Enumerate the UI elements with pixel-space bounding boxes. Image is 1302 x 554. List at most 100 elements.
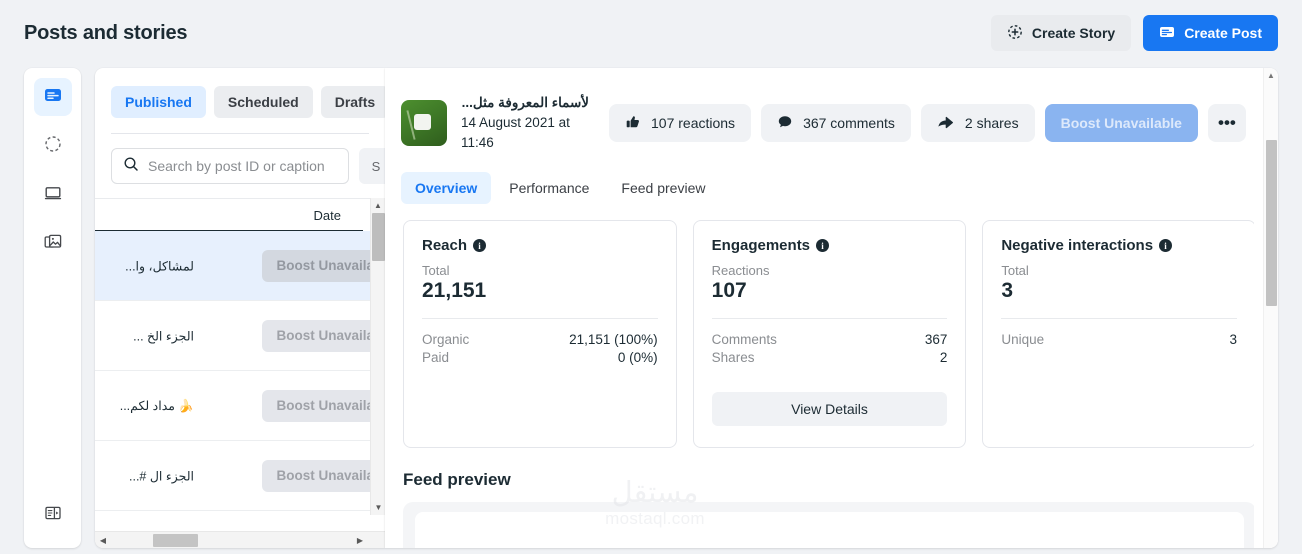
reach-card: Reach i Total 21,151 Organic 21,151 (100… <box>403 220 677 449</box>
vertical-scroll-thumb[interactable] <box>372 213 385 261</box>
row-boost-button[interactable]: Boost Unavailable <box>262 389 385 422</box>
rail-item-collapse[interactable] <box>34 496 72 534</box>
reach-paid-label: Paid <box>422 350 450 366</box>
post-caption: لأسماء المعروفة مثل... <box>461 95 589 110</box>
reactions-chip-label: 107 reactions <box>651 115 736 132</box>
negative-interactions-card: Negative interactions i Total 3 Unique 3 <box>982 220 1257 449</box>
detail-scroll-up-arrow-icon[interactable]: ▲ <box>1264 68 1278 83</box>
shares-chip-label: 2 shares <box>964 115 1019 132</box>
detail-vertical-scrollbar[interactable]: ▲ <box>1263 68 1278 548</box>
info-icon[interactable]: i <box>473 239 487 253</box>
comments-chip[interactable]: 367 comments <box>761 104 911 143</box>
negative-unique-value: 3 <box>1229 332 1238 348</box>
negative-unique-row: Unique 3 <box>1001 332 1237 347</box>
reach-sublabel: Total <box>422 263 450 279</box>
search-box[interactable] <box>111 148 349 184</box>
post-table-rows: لمشاكل، وا... Boost Unavailable 14 Au ال… <box>95 231 385 511</box>
list-vertical-scrollbar[interactable]: ▲ ▼ <box>370 198 385 515</box>
card-divider <box>711 318 948 320</box>
post-list-panel: Published Scheduled Drafts S Date <box>95 68 385 548</box>
row-caption: الجزء الخ ... <box>133 329 194 343</box>
post-detail-panel: لأسماء المعروفة مثل... 14 August 2021 at… <box>385 68 1278 548</box>
reach-card-title: Reach i <box>422 237 658 254</box>
comment-icon <box>777 114 793 133</box>
top-bar: Posts and stories Create Story Create Po… <box>0 0 1302 66</box>
engagements-sublabel: Reactions <box>711 263 770 279</box>
scroll-up-arrow-icon[interactable]: ▲ <box>371 198 385 213</box>
boost-unavailable-button[interactable]: Boost Unavailable <box>1044 104 1198 143</box>
post-header: لأسماء المعروفة مثل... 14 August 2021 at… <box>385 68 1278 152</box>
negative-card-title: Negative interactions i <box>1001 237 1237 254</box>
top-bar-actions: Create Story Create Post <box>990 15 1278 51</box>
rail-item-photos[interactable] <box>34 225 72 263</box>
subtab-overview[interactable]: Overview <box>401 172 492 205</box>
posts-icon <box>43 85 63 110</box>
table-row[interactable]: لمشاكل، وا... Boost Unavailable 14 Au <box>95 231 385 301</box>
detail-scroll-gutter <box>1254 68 1263 548</box>
create-post-button[interactable]: Create Post <box>1143 15 1278 51</box>
subtab-performance[interactable]: Performance <box>495 172 603 204</box>
subtab-performance-label: Performance <box>509 180 590 197</box>
metric-cards: Reach i Total 21,151 Organic 21,151 (100… <box>385 204 1278 449</box>
list-tabs: Published Scheduled Drafts <box>95 68 385 118</box>
table-row[interactable]: 🍌 مداد لكم... Boost Unavailable 8 Aug <box>95 371 385 441</box>
engagements-card-title: Engagements i <box>712 237 948 254</box>
shares-chip[interactable]: 2 shares <box>920 104 1035 143</box>
more-options-icon[interactable]: ••• <box>1207 104 1246 143</box>
subtab-feed-preview[interactable]: Feed preview <box>607 172 719 204</box>
feed-preview-card-inner <box>415 512 1244 548</box>
detail-subtabs: Overview Performance Feed preview <box>385 152 1278 205</box>
post-meta: لأسماء المعروفة مثل... 14 August 2021 at… <box>461 94 589 152</box>
post-thumbnail[interactable] <box>401 100 447 147</box>
stories-icon <box>43 134 63 159</box>
negative-unique-label: Unique <box>1001 332 1045 348</box>
view-details-button[interactable]: View Details <box>711 392 948 427</box>
table-row[interactable]: الجزء الخ ... Boost Unavailable 11 Au <box>95 301 385 371</box>
comments-chip-label: 367 comments <box>803 115 895 132</box>
create-story-button[interactable]: Create Story <box>990 15 1132 51</box>
engagements-reactions-value: 107 <box>711 279 747 303</box>
horizontal-scroll-thumb[interactable] <box>153 534 198 547</box>
reach-organic-row: Organic 21,151 (100%) <box>422 332 658 347</box>
rail-item-stories[interactable] <box>34 127 72 165</box>
engagements-card: Engagements i Reactions 107 Comments 367… <box>692 220 967 449</box>
list-horizontal-scrollbar[interactable]: ◀ ▶ <box>95 531 385 548</box>
row-caption: الجزء ال #... <box>129 469 194 483</box>
row-boost-button[interactable]: Boost Unavailable <box>262 319 385 352</box>
tab-scheduled[interactable]: Scheduled <box>213 86 313 118</box>
detail-scroll-thumb[interactable] <box>1266 140 1277 306</box>
table-row[interactable]: الجزء ال #... Boost Unavailable 8 Aug <box>95 441 385 511</box>
engagements-shares-value: 2 <box>939 350 948 366</box>
reach-card-title-label: Reach <box>422 237 468 255</box>
column-header-date[interactable]: Date <box>314 208 341 223</box>
engagements-comments-row: Comments 367 <box>712 332 948 347</box>
post-table: Date لمشاكل، وا... Boost Unavailable 14 … <box>95 198 385 515</box>
rail-item-video[interactable] <box>34 176 72 214</box>
scroll-left-arrow-icon[interactable]: ◀ <box>95 532 111 549</box>
tab-drafts[interactable]: Drafts <box>320 86 385 118</box>
row-boost-button[interactable]: Boost Unavailable <box>262 459 385 492</box>
sort-button[interactable]: S <box>359 148 385 184</box>
thumbs-up-icon <box>625 114 641 133</box>
share-icon <box>937 114 955 133</box>
info-icon[interactable]: i <box>1159 239 1173 253</box>
engagements-comments-label: Comments <box>711 332 777 348</box>
post-table-header: Date <box>95 198 385 231</box>
post-card-icon <box>1159 24 1175 43</box>
post-metric-chips: 107 reactions 367 comments 2 shares Boos… <box>609 104 1278 143</box>
tab-published[interactable]: Published <box>111 86 206 118</box>
reactions-chip[interactable]: 107 reactions <box>609 104 752 143</box>
scroll-down-arrow-icon[interactable]: ▼ <box>371 500 385 515</box>
add-circle-icon <box>1007 24 1023 43</box>
card-divider <box>422 318 658 320</box>
left-icon-rail <box>24 68 81 548</box>
row-boost-button[interactable]: Boost Unavailable <box>262 249 385 282</box>
page-title: Posts and stories <box>24 21 188 44</box>
search-input[interactable] <box>148 158 337 174</box>
info-icon[interactable]: i <box>816 239 830 253</box>
subtab-feed-preview-label: Feed preview <box>621 180 706 197</box>
feed-preview-card <box>403 502 1256 548</box>
rail-item-posts[interactable] <box>33 78 72 116</box>
scroll-right-arrow-icon[interactable]: ▶ <box>352 532 368 549</box>
thumbnail-decoration <box>406 110 416 140</box>
